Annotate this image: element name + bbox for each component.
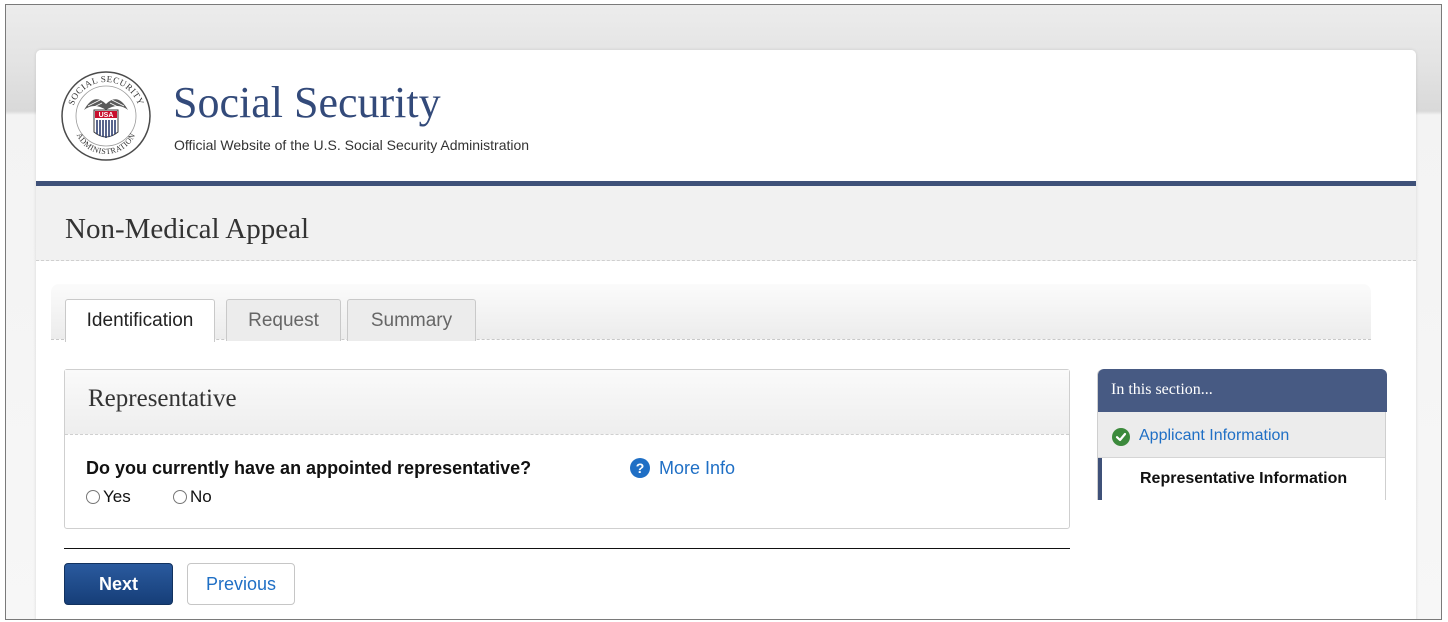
representative-panel: Representative Do you currently have an …	[64, 369, 1070, 529]
check-circle-icon	[1112, 428, 1130, 446]
tab-bar: Identification Request Summary	[51, 284, 1371, 342]
page-title: Non-Medical Appeal	[65, 213, 310, 245]
section-nav-item-label[interactable]: Applicant Information	[1139, 427, 1289, 445]
site-header: SOCIAL SECURITY ADMINISTRATION USA Socia…	[36, 50, 1416, 181]
tab-summary[interactable]: Summary	[347, 299, 476, 341]
svg-text:USA: USA	[99, 112, 114, 119]
more-info-link[interactable]: More Info	[659, 458, 735, 479]
page-card: SOCIAL SECURITY ADMINISTRATION USA Socia…	[36, 50, 1416, 619]
panel-title: Representative	[88, 385, 237, 412]
radio-no-circle[interactable]	[173, 490, 187, 504]
radio-no-label: No	[190, 487, 212, 506]
page-title-bar: Non-Medical Appeal	[36, 186, 1416, 261]
section-nav-header: In this section...	[1098, 369, 1387, 412]
question-circle-icon[interactable]: ?	[630, 458, 650, 478]
site-title[interactable]: Social Security	[173, 77, 441, 129]
radio-yes-label: Yes	[103, 487, 131, 506]
section-nav-item-applicant[interactable]: Applicant Information	[1098, 412, 1385, 458]
next-button[interactable]: Next	[64, 563, 173, 605]
section-nav-item-representative[interactable]: Representative Information	[1098, 458, 1385, 500]
section-nav: In this section... Applicant Information…	[1097, 369, 1387, 500]
section-nav-item-label: Representative Information	[1140, 470, 1348, 487]
question-label: Do you currently have an appointed repre…	[86, 458, 532, 478]
radio-no[interactable]: No	[173, 487, 212, 507]
site-subtitle: Official Website of the U.S. Social Secu…	[174, 137, 530, 153]
section-nav-title: In this section...	[1111, 381, 1213, 398]
ssa-seal-icon[interactable]: SOCIAL SECURITY ADMINISTRATION USA	[60, 70, 152, 162]
radio-yes[interactable]: Yes	[86, 487, 131, 507]
tab-request[interactable]: Request	[226, 299, 341, 341]
panel-header: Representative	[65, 370, 1069, 435]
previous-button[interactable]: Previous	[187, 563, 295, 605]
browser-viewport: SOCIAL SECURITY ADMINISTRATION USA Socia…	[5, 4, 1442, 620]
radio-yes-circle[interactable]	[86, 490, 100, 504]
form-divider	[64, 548, 1070, 549]
tab-identification[interactable]: Identification	[65, 299, 215, 342]
